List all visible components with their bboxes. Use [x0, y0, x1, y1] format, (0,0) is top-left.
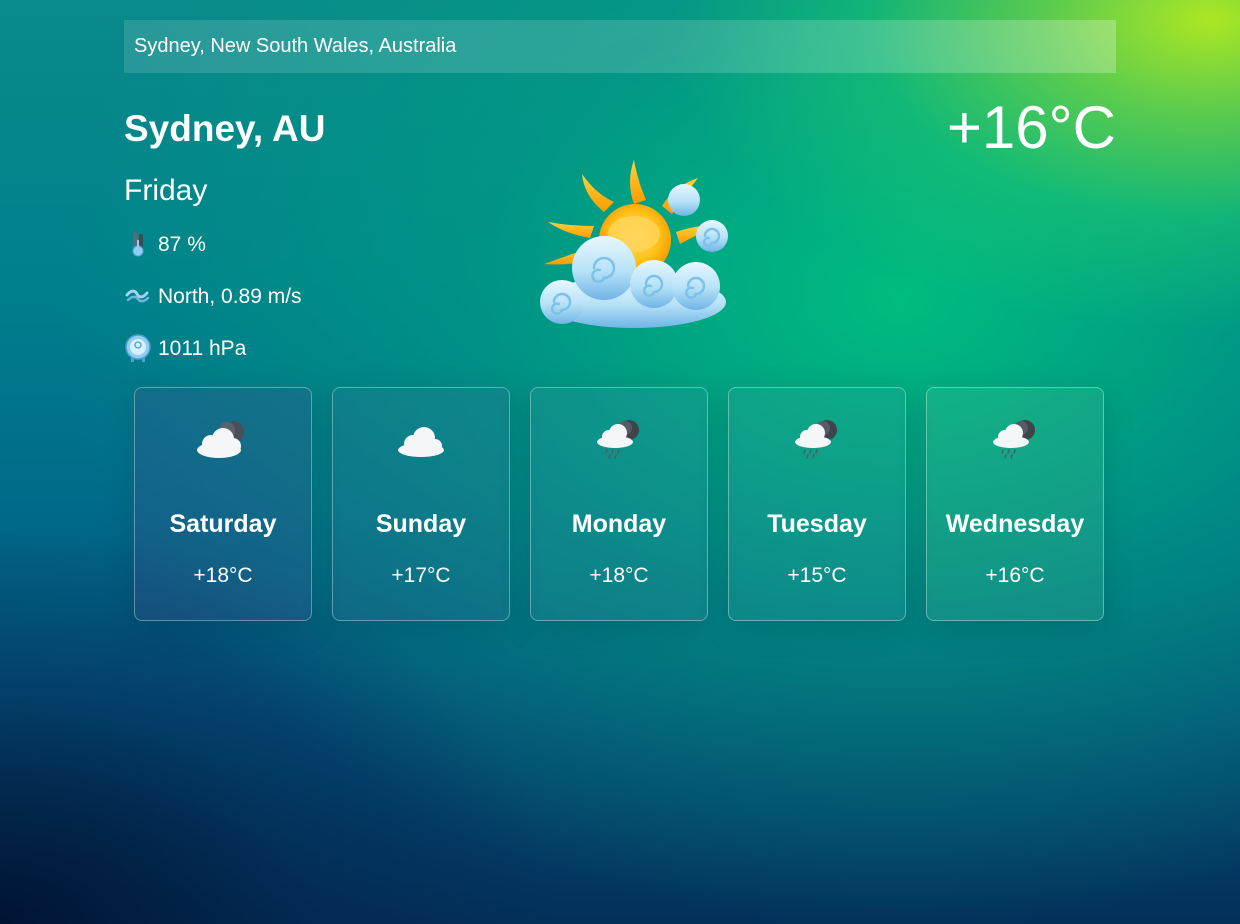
- forecast-list: Saturday +18°C Sunday +17°C Monday +18°C…: [134, 387, 1104, 621]
- forecast-card-wednesday[interactable]: Wednesday +16°C: [926, 387, 1104, 621]
- weather-app: Sydney, AU +16°C Friday 87 % North, 0.89…: [124, 20, 1116, 621]
- forecast-day: Monday: [571, 510, 667, 538]
- humidity-value: 87 %: [158, 232, 206, 256]
- thermometer-icon: [124, 230, 152, 258]
- forecast-day: Sunday: [375, 510, 467, 538]
- wind-value: North, 0.89 m/s: [158, 284, 302, 308]
- forecast-temp: +15°C: [787, 564, 847, 587]
- pressure-row: 1011 hPa: [124, 334, 246, 362]
- cloudy-night-icon: [193, 416, 253, 460]
- wind-icon: [124, 282, 152, 310]
- wind-row: North, 0.89 m/s: [124, 282, 302, 310]
- city-name: Sydney, AU: [124, 108, 326, 149]
- forecast-day: Saturday: [169, 510, 277, 538]
- forecast-temp: +16°C: [985, 564, 1045, 587]
- location-search-input[interactable]: [124, 20, 1116, 73]
- forecast-card-monday[interactable]: Monday +18°C: [530, 387, 708, 621]
- forecast-temp: +17°C: [391, 564, 451, 587]
- forecast-day: Tuesday: [767, 510, 867, 538]
- forecast-temp: +18°C: [589, 564, 649, 587]
- rain-night-icon: [589, 416, 649, 460]
- forecast-card-sunday[interactable]: Sunday +17°C: [332, 387, 510, 621]
- rain-night-icon: [985, 416, 1045, 460]
- forecast-card-tuesday[interactable]: Tuesday +15°C: [728, 387, 906, 621]
- barometer-icon: [124, 334, 152, 362]
- forecast-temp: +18°C: [193, 564, 253, 587]
- humidity-row: 87 %: [124, 230, 206, 258]
- current-day: Friday: [124, 174, 208, 207]
- current-temperature: +16°C: [946, 94, 1116, 161]
- cloud-icon: [391, 416, 451, 460]
- forecast-day: Wednesday: [945, 510, 1085, 538]
- sun-behind-clouds-icon: [534, 152, 734, 332]
- pressure-value: 1011 hPa: [158, 336, 247, 360]
- forecast-card-saturday[interactable]: Saturday +18°C: [134, 387, 312, 621]
- rain-night-icon: [787, 416, 847, 460]
